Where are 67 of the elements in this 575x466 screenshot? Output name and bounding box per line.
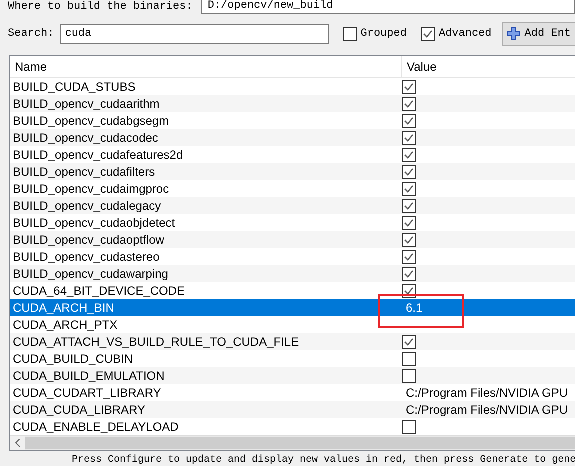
entry-name: BUILD_opencv_cudafeatures2d [12,148,184,162]
search-label: Search: [8,28,54,40]
table-row[interactable]: BUILD_opencv_cudaoptflow [10,231,575,248]
table-row[interactable]: BUILD_opencv_cudacodec [10,129,575,146]
checkmark-icon [422,30,433,38]
table-row[interactable]: CUDA_BUILD_EMULATION [10,367,575,384]
checkbox[interactable] [402,266,416,280]
checkbox[interactable] [402,114,416,128]
entry-name: CUDA_ENABLE_DELAYLOAD [12,420,180,434]
entry-name: CUDA_BUILD_EMULATION [12,368,166,382]
entry-name: BUILD_opencv_cudaimgproc [12,182,170,196]
entry-name: CUDA_BUILD_CUBIN [12,352,134,366]
entry-name: BUILD_opencv_cudaobjdetect [12,216,176,230]
checkbox[interactable] [402,182,416,196]
checkbox[interactable] [402,232,416,246]
checkbox[interactable] [402,368,416,382]
entry-name: CUDA_ARCH_PTX [12,318,119,332]
table-row[interactable]: CUDA_ATTACH_VS_BUILD_RULE_TO_CUDA_FILE [10,333,575,350]
checkbox[interactable] [402,334,416,348]
entry-name: BUILD_opencv_cudabgsegm [12,114,170,128]
build-dir-field[interactable]: D:/opencv/new_build [200,0,575,14]
entry-name: BUILD_opencv_cudafilters [12,164,156,178]
checkbox[interactable] [402,130,416,144]
checkbox[interactable] [402,96,416,110]
checkbox[interactable] [402,216,416,230]
option-label: Advanced [438,28,492,40]
search-field[interactable]: cuda [60,24,329,44]
entry-name: BUILD_CUDA_STUBS [12,80,137,94]
entry-value: C:/Program Files/NVIDIA GPU [405,386,568,400]
checkmark-icon [404,338,414,346]
entry-name: BUILD_opencv_cudacodec [12,130,160,144]
checkbox[interactable] [402,250,416,264]
column-header[interactable]: Name [10,56,402,77]
checkbox[interactable] [402,80,416,94]
status-text: Press Configure to update and display new values in red, then press Generate to gene [71,454,575,466]
entry-name: CUDA_CUDART_LIBRARY [12,386,162,400]
entry-name: BUILD_opencv_cudaarithm [12,96,161,110]
entry-name: CUDA_ATTACH_VS_BUILD_RULE_TO_CUDA_FILE [12,334,300,348]
entry-name: BUILD_opencv_cudastereo [12,250,161,264]
checkbox[interactable] [402,164,416,178]
checkbox[interactable] [420,27,435,41]
entry-name: BUILD_opencv_cudaoptflow [12,232,166,246]
table-row[interactable]: BUILD_opencv_cudaarithm [10,95,575,112]
build-dir-label: Where to build the binaries: [8,1,193,13]
table-row[interactable]: CUDA_CUDA_LIBRARY C:/Program Files/NVIDIA GPU [10,401,575,418]
entry-name: BUILD_opencv_cudawarping [12,266,170,280]
checkbox[interactable] [342,27,357,41]
scroll-left-icon[interactable] [10,436,25,450]
checkbox[interactable] [402,352,416,366]
option-label: Grouped [360,28,407,40]
entry-name: CUDA_64_BIT_DEVICE_CODE [12,284,186,298]
checkbox[interactable] [402,420,416,434]
scrollbar-thumb[interactable] [25,437,575,449]
table-row[interactable]: BUILD_opencv_cudafilters [10,163,575,180]
column-header[interactable]: Value [402,56,575,77]
entry-name: BUILD_opencv_cudalegacy [12,198,162,212]
entry-name: CUDA_CUDA_LIBRARY [12,402,146,416]
checkbox[interactable] [402,148,416,162]
table-row[interactable]: CUDA_ARCH_BIN 6.1 [10,299,575,316]
checkbox[interactable] [402,198,416,212]
table-row[interactable]: BUILD_opencv_cudalegacy [10,197,575,214]
entry-name: CUDA_ARCH_BIN [12,300,116,314]
add-entry-button[interactable]: Add Ent [502,22,575,46]
entry-value: 6.1 [405,300,423,314]
table-row[interactable]: BUILD_opencv_cudawarping [10,265,575,282]
plus-icon [506,27,521,41]
entry-value: C:/Program Files/NVIDIA GPU [405,402,568,416]
